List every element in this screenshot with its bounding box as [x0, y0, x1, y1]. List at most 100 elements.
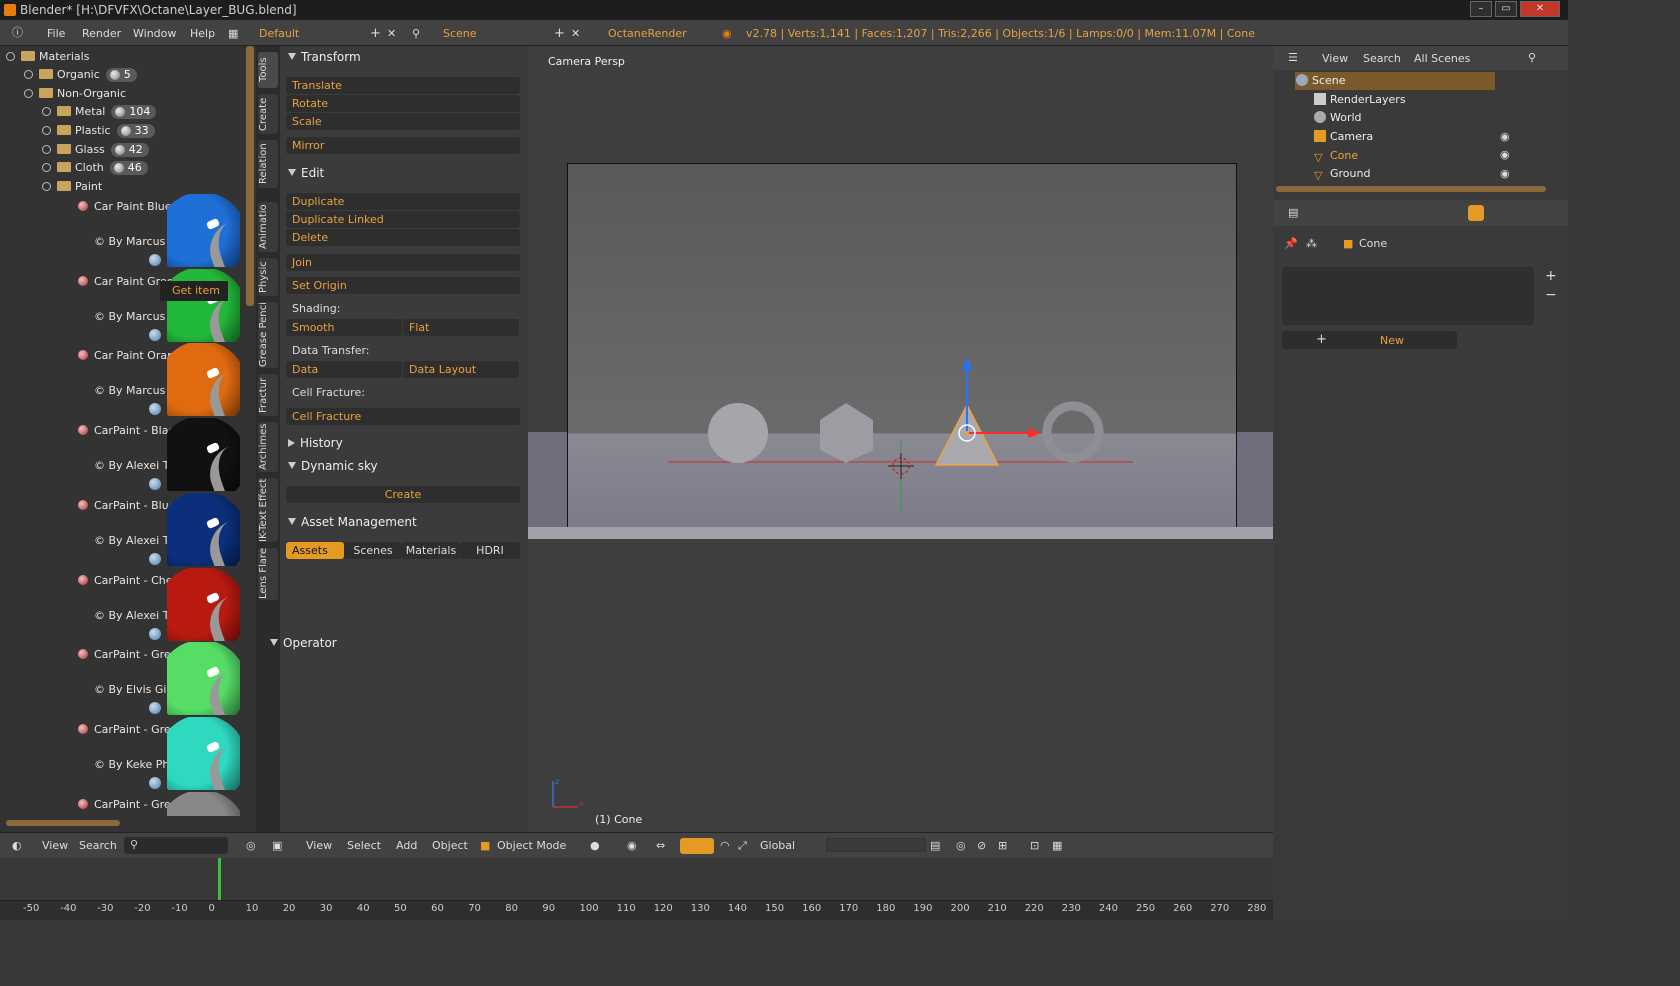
globe-icon[interactable] — [149, 328, 161, 341]
collapse-icon[interactable] — [6, 52, 15, 61]
material-item[interactable]: Car Paint Blue — [78, 198, 172, 216]
properties-editor-icon[interactable]: ▤ — [1288, 205, 1298, 221]
material-thumbnail[interactable] — [167, 716, 240, 790]
library-search-menu[interactable]: Search — [79, 838, 117, 854]
material-item[interactable]: CarPaint - Black — [78, 422, 181, 440]
transform-manipulators-icon[interactable] — [680, 838, 714, 854]
viewport-add-menu[interactable]: Add — [396, 838, 417, 854]
tab-assets[interactable]: Assets — [286, 542, 344, 559]
globe-icon[interactable] — [149, 627, 161, 640]
shading-mode-icon[interactable]: ● — [590, 838, 600, 854]
tab-lens-flare[interactable]: Lens Flare — [258, 548, 278, 600]
material-thumbnail[interactable] — [167, 194, 240, 267]
render-animation-icon[interactable]: ▦ — [1052, 838, 1062, 854]
vertical-scrollbar[interactable] — [246, 46, 254, 306]
delete-button[interactable]: Delete — [286, 229, 520, 246]
remove-scene-icon[interactable]: ✕ — [571, 26, 580, 42]
tree-metal[interactable]: Metal 104 — [42, 103, 157, 121]
current-frame-marker[interactable] — [218, 858, 221, 902]
render-engine-selector[interactable]: OctaneRender — [608, 26, 687, 42]
tab-ik-text-effect[interactable]: IK-Text Effect — [258, 478, 278, 542]
expand-icon[interactable] — [24, 70, 33, 79]
snap-icon[interactable]: ⊘ — [977, 838, 986, 854]
panel-history-header[interactable]: History — [288, 434, 343, 452]
tab-create[interactable]: Create — [258, 94, 278, 134]
library-search-input[interactable]: ⚲ — [124, 837, 228, 854]
layout-selector[interactable]: Default — [259, 26, 299, 42]
layout-icon[interactable]: ▦ — [228, 26, 238, 42]
pivot-icon[interactable]: ◉ — [627, 838, 637, 854]
tab-grease-penci[interactable]: Grease Penci — [258, 302, 278, 368]
expand-icon[interactable] — [42, 163, 51, 172]
manipulator-icon[interactable]: ⇔ — [656, 838, 665, 854]
lock-layers-icon[interactable]: ▤ — [930, 838, 940, 854]
material-item[interactable]: CarPaint - Cherr — [78, 572, 181, 590]
material-slot-list[interactable] — [1282, 267, 1534, 325]
viewport-view-menu[interactable]: View — [306, 838, 332, 854]
visibility-eye-icon[interactable]: ◉ — [1500, 130, 1510, 143]
tab-animatio[interactable]: Animatio — [258, 202, 278, 252]
outliner-camera[interactable]: Camera — [1314, 128, 1373, 146]
create-sky-button[interactable]: Create — [286, 486, 520, 503]
panel-dynamic-sky-header[interactable]: Dynamic sky — [288, 457, 378, 475]
tree-cloth[interactable]: Cloth 46 — [42, 159, 148, 177]
editor-type-icon[interactable]: ◐ — [12, 838, 22, 854]
expand-icon[interactable] — [42, 107, 51, 116]
material-thumbnail[interactable] — [167, 567, 240, 641]
viewport-object-menu[interactable]: Object — [432, 838, 468, 854]
globe-icon[interactable] — [149, 478, 161, 491]
material-thumbnail[interactable] — [167, 418, 240, 492]
horizontal-scrollbar[interactable] — [6, 820, 120, 826]
add-scene-icon[interactable]: + — [554, 26, 565, 42]
panel-operator-header[interactable]: Operator — [270, 634, 337, 652]
set-origin-dropdown[interactable]: Set Origin — [286, 277, 520, 294]
material-item[interactable]: Car Paint Orang — [78, 347, 181, 365]
proportional-editing-icon[interactable]: ◎ — [956, 838, 966, 854]
viewport-editor-icon[interactable]: ▣ — [272, 838, 282, 854]
collapse-icon[interactable] — [24, 89, 33, 98]
data-button[interactable]: Data — [286, 361, 402, 378]
material-item[interactable]: CarPaint - Grey — [78, 796, 177, 814]
tab-fractur[interactable]: Fractur — [258, 374, 278, 416]
panel-transform-header[interactable]: Transform — [288, 48, 361, 66]
tree-glass[interactable]: Glass 42 — [42, 141, 149, 159]
rotate-button[interactable]: Rotate — [286, 95, 520, 112]
pin-icon[interactable]: 📌 — [1284, 236, 1298, 252]
mirror-button[interactable]: Mirror — [286, 137, 520, 154]
get-item-tooltip[interactable]: Get item — [160, 281, 228, 301]
material-thumbnail[interactable] — [167, 642, 240, 716]
add-icon[interactable]: + — [1316, 332, 1327, 348]
minimize-button[interactable]: – — [1470, 1, 1492, 17]
menu-help[interactable]: Help — [190, 26, 215, 42]
close-window-button[interactable]: ✕ — [1520, 1, 1560, 17]
tree-paint[interactable]: Paint — [42, 178, 102, 196]
material-thumbnail[interactable] — [167, 268, 240, 342]
outliner-renderlayers[interactable]: RenderLayers — [1314, 91, 1406, 109]
duplicate-button[interactable]: Duplicate — [286, 193, 520, 210]
tree-plastic[interactable]: Plastic 33 — [42, 122, 155, 140]
tab-relation[interactable]: Relation — [258, 140, 278, 188]
outliner-display-mode[interactable]: All Scenes — [1414, 51, 1470, 67]
outliner-editor-icon[interactable]: ☰ — [1288, 50, 1298, 66]
globe-icon[interactable] — [149, 552, 161, 565]
material-tab-icon[interactable] — [1468, 205, 1484, 221]
tab-physic[interactable]: Physic — [258, 258, 278, 296]
tab-scenes[interactable]: Scenes — [344, 542, 402, 559]
frame-ruler[interactable] — [0, 900, 1273, 920]
add-layout-icon[interactable]: + — [370, 26, 381, 42]
rotate-manipulator-icon[interactable]: ◠ — [720, 838, 730, 854]
viewport-select-menu[interactable]: Select — [347, 838, 381, 854]
remove-slot-icon[interactable]: − — [1545, 287, 1557, 303]
tree-organic[interactable]: Organic 5 — [24, 66, 137, 84]
layer-buttons[interactable] — [826, 838, 926, 852]
expand-icon[interactable] — [42, 145, 51, 154]
outliner-scrollbar[interactable] — [1276, 186, 1546, 192]
menu-file[interactable]: File — [47, 26, 65, 42]
maximize-button[interactable]: ▭ — [1495, 1, 1517, 17]
panel-asset-management-header[interactable]: Asset Management — [288, 513, 417, 531]
visibility-eye-icon[interactable]: ◉ — [1500, 148, 1510, 161]
flat-button[interactable]: Flat — [403, 319, 519, 336]
tab-hdri[interactable]: HDRI — [460, 542, 520, 559]
collapse-icon[interactable] — [42, 182, 51, 191]
opengl-render-icon[interactable]: ⊡ — [1030, 838, 1039, 854]
